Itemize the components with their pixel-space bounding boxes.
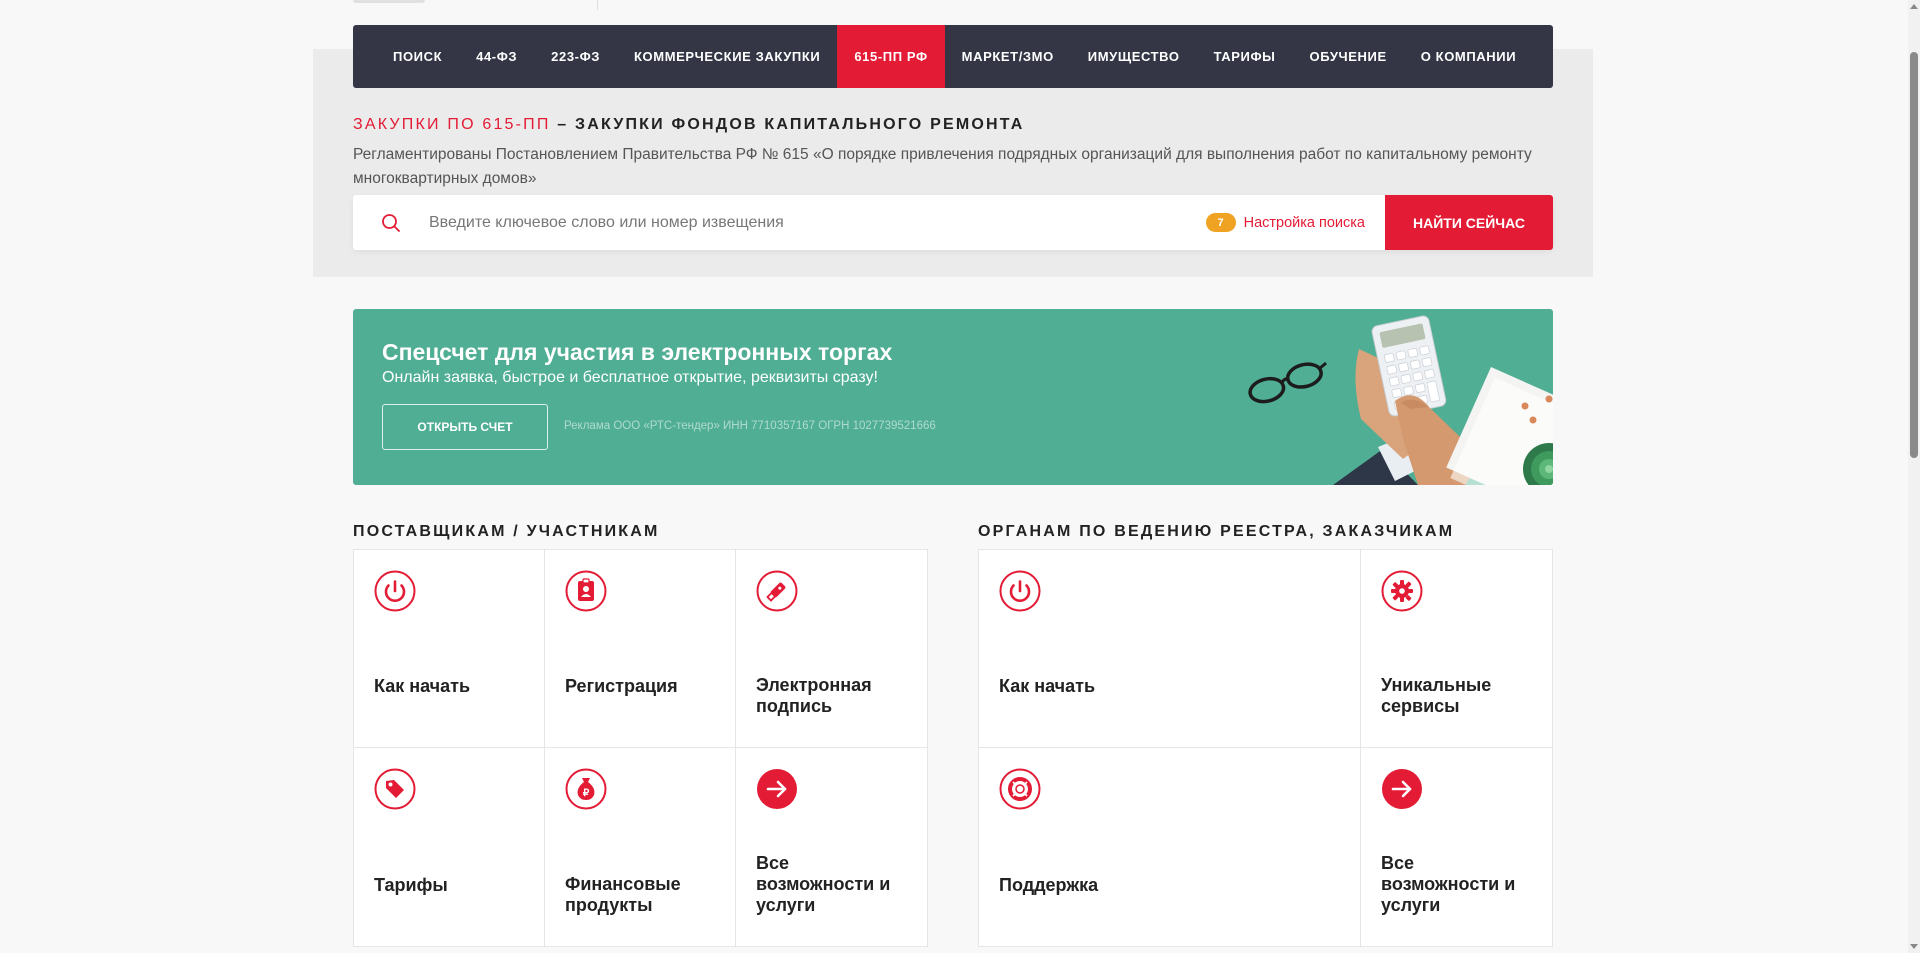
card-label: Тарифы	[374, 875, 448, 895]
nav-item-education[interactable]: ОБУЧЕНИЕ	[1293, 25, 1404, 88]
card-label: Все возможности и услуги	[756, 853, 891, 915]
page-title-rest: – ЗАКУПКИ ФОНДОВ КАПИТАЛЬНОГО РЕМОНТА	[550, 116, 1025, 133]
promo-legal-text: Реклама ООО «РТС-тендер» ИНН 7710357167 …	[564, 420, 936, 432]
header-stub	[353, 0, 425, 3]
customer-card-how-to-start[interactable]: Как начать	[979, 550, 1361, 748]
page-description: Регламентированы Постановлением Правител…	[353, 146, 1532, 187]
search-settings-label: Настройка поиска	[1243, 214, 1365, 231]
customer-card-unique-services[interactable]: Уникальные сервисы	[1361, 550, 1552, 748]
header-divider	[597, 0, 598, 10]
power-icon	[999, 570, 1041, 612]
scrollbar-thumb[interactable]	[1910, 52, 1918, 458]
scroll-down-arrow-icon[interactable]	[1910, 944, 1918, 949]
power-icon	[374, 570, 416, 612]
page-scrollbar[interactable]	[1908, 0, 1920, 953]
promo-subtitle: Онлайн заявка, быстрое и бесплатное откр…	[382, 369, 878, 386]
customers-section-title: ОРГАНАМ ПО ВЕДЕНИЮ РЕЕСТРА, ЗАКАЗЧИКАМ	[978, 523, 1455, 540]
page-title: ЗАКУПКИ ПО 615-ПП – ЗАКУПКИ ФОНДОВ КАПИТ…	[353, 116, 1024, 134]
suppliers-grid: Как начать Регистрация Электронная подпи…	[353, 549, 928, 947]
money-bag-icon: ₽	[565, 768, 607, 810]
svg-text:₽: ₽	[583, 788, 590, 799]
supplier-card-all-services[interactable]: Все возможности и услуги	[736, 748, 927, 946]
promo-banner[interactable]: Спецсчет для участия в электронных торга…	[353, 309, 1553, 485]
card-label: Все возможности и услуги	[1381, 853, 1516, 915]
lifebuoy-icon	[999, 768, 1041, 810]
id-badge-icon	[565, 570, 607, 612]
arrow-right-icon	[1382, 769, 1422, 809]
main-nav: ПОИСК 44-ФЗ 223-ФЗ КОММЕРЧЕСКИЕ ЗАКУПКИ …	[353, 25, 1553, 88]
usb-key-icon	[756, 570, 798, 612]
promo-title: Спецсчет для участия в электронных торга…	[382, 339, 893, 365]
card-label: Как начать	[374, 676, 471, 696]
find-now-button[interactable]: НАЙТИ СЕЙЧАС	[1385, 195, 1553, 250]
supplier-card-how-to-start[interactable]: Как начать	[354, 550, 545, 748]
search-settings-count: 7	[1205, 213, 1236, 232]
customer-card-all-services[interactable]: Все возможности и услуги	[1361, 748, 1552, 946]
customers-grid: Как начать Уникальные сервисы Поддержка …	[978, 549, 1553, 947]
supplier-card-tariffs[interactable]: Тарифы	[354, 748, 545, 946]
nav-item-about[interactable]: О КОМПАНИИ	[1404, 25, 1533, 88]
supplier-card-registration[interactable]: Регистрация	[545, 550, 736, 748]
nav-item-search[interactable]: ПОИСК	[376, 25, 459, 88]
nav-item-223fz[interactable]: 223-ФЗ	[534, 25, 617, 88]
nav-item-market[interactable]: МАРКЕТ/ЗМО	[945, 25, 1071, 88]
search-input[interactable]	[429, 213, 1206, 232]
card-label: Регистрация	[565, 676, 678, 696]
card-label: Электронная подпись	[756, 675, 872, 716]
nav-item-property[interactable]: ИМУЩЕСТВО	[1071, 25, 1197, 88]
search-settings-link[interactable]: 7 Настройка поиска	[1205, 213, 1365, 232]
glasses-icon	[1248, 361, 1327, 404]
card-label: Уникальные сервисы	[1381, 675, 1492, 716]
nav-item-615pp[interactable]: 615-ПП РФ	[837, 25, 945, 88]
nav-item-commercial[interactable]: КОММЕРЧЕСКИЕ ЗАКУПКИ	[617, 25, 837, 88]
supplier-card-e-signature[interactable]: Электронная подпись	[736, 550, 927, 748]
search-icon[interactable]	[353, 195, 429, 250]
scroll-up-arrow-icon[interactable]	[1910, 4, 1918, 9]
arrow-right-icon	[757, 769, 797, 809]
nav-item-44fz[interactable]: 44-ФЗ	[459, 25, 534, 88]
card-label: Как начать	[999, 676, 1096, 696]
supplier-card-financial-products[interactable]: ₽ Финансовые продукты	[545, 748, 736, 946]
card-label: Финансовые продукты	[565, 874, 681, 915]
gear-icon	[1381, 570, 1423, 612]
search-bar: 7 Настройка поиска НАЙТИ СЕЙЧАС	[353, 195, 1553, 250]
page-title-accent: ЗАКУПКИ ПО 615-ПП	[353, 116, 551, 133]
tag-icon	[374, 768, 416, 810]
promo-illustration	[1248, 315, 1553, 485]
customer-card-support[interactable]: Поддержка	[979, 748, 1361, 946]
suppliers-section-title: ПОСТАВЩИКАМ / УЧАСТНИКАМ	[353, 523, 660, 540]
card-label: Поддержка	[999, 875, 1099, 895]
open-account-button[interactable]: ОТКРЫТЬ СЧЕТ	[382, 404, 548, 450]
nav-item-tariffs[interactable]: ТАРИФЫ	[1197, 25, 1293, 88]
